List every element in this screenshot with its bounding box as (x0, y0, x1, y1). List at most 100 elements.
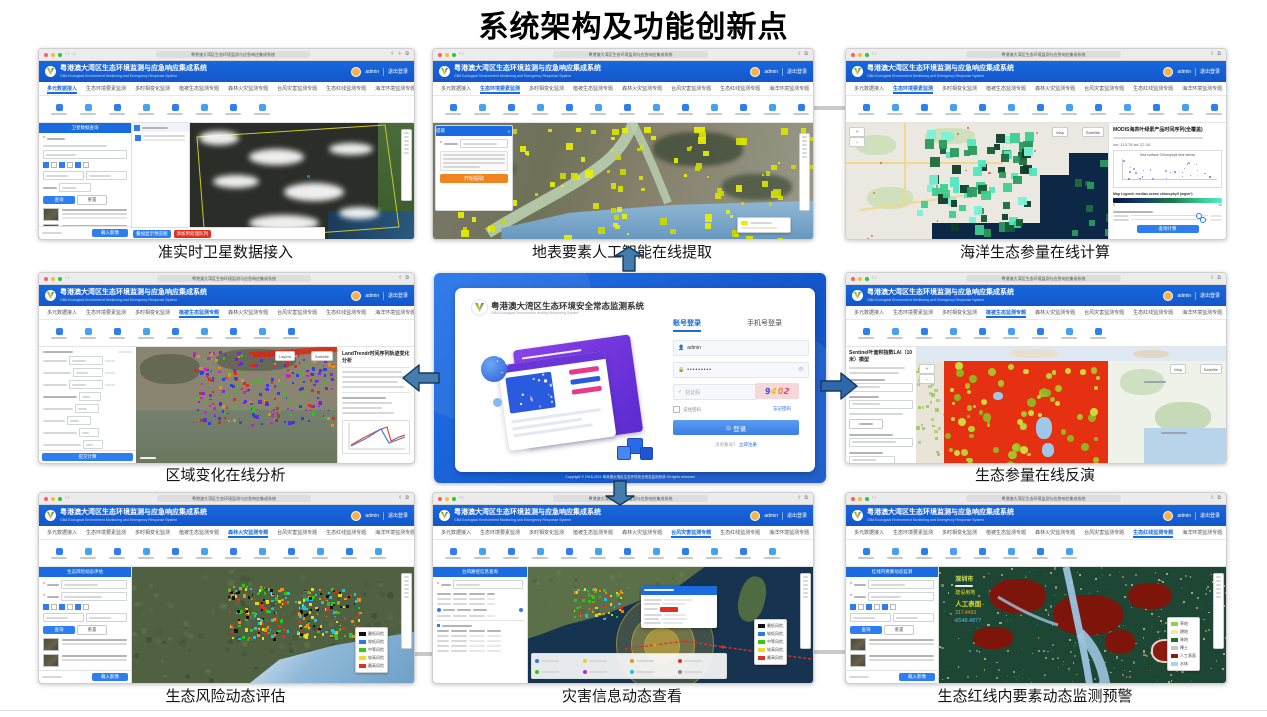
module-icon[interactable] (945, 548, 961, 559)
module-icon[interactable] (858, 104, 874, 115)
minimize-icon[interactable] (51, 53, 55, 57)
module-icon[interactable] (80, 104, 96, 115)
zoom-icon[interactable] (865, 53, 869, 57)
nav-tab[interactable]: 海洋环境监测专题 (375, 309, 414, 316)
nav-tab[interactable]: 生态红线监测专题 (720, 529, 760, 536)
queue-button[interactable]: 添加到处理队列 (174, 230, 212, 238)
back-icon[interactable]: ‹ › (872, 52, 877, 57)
module-icon[interactable] (225, 328, 241, 339)
nav-tab[interactable]: 植被生态监测专题 (986, 85, 1026, 92)
module-icon[interactable] (887, 104, 903, 115)
module-icon[interactable] (706, 104, 722, 115)
nav-tab[interactable]: 植被生态监测专题 (179, 85, 219, 92)
zoom-icon[interactable] (58, 53, 62, 57)
nav-tab[interactable]: 生态红线监测专题 (326, 85, 366, 92)
zoom-icon[interactable] (452, 53, 456, 57)
nav-tab[interactable]: 多时相变化监测 (135, 529, 170, 536)
scene-result-item[interactable] (43, 208, 127, 221)
tabs-icon[interactable]: ⧉ (804, 496, 808, 501)
module-icon[interactable] (51, 328, 67, 339)
minimize-icon[interactable] (51, 277, 55, 281)
module-icon[interactable] (887, 328, 903, 339)
module-icon[interactable] (916, 104, 932, 115)
close-icon[interactable] (851, 277, 855, 281)
avatar[interactable] (351, 291, 361, 301)
module-icon[interactable] (1003, 548, 1019, 559)
satellite-map-view[interactable]: 叠加显示预览图 添加到处理队列 卫星数据查询 * (39, 123, 414, 239)
module-icon[interactable] (590, 548, 606, 559)
redline-map-view[interactable]: 深圳市 建设用地 人工表面 317.4493 9548.4877 草地耕地林地裸… (846, 567, 1226, 683)
captcha-field[interactable]: ✓ 验证码 (673, 384, 757, 400)
tabs-icon[interactable]: ⧉ (405, 52, 409, 57)
nav-tab[interactable]: 生态红线监测专题 (326, 529, 366, 536)
classification-map[interactable]: 深圳市 建设用地 人工表面 317.4493 9548.4877 草地耕地林地裸… (938, 567, 1226, 683)
module-icon[interactable] (254, 328, 270, 339)
module-icon[interactable] (916, 548, 932, 559)
band-checkboxes[interactable] (43, 162, 127, 168)
module-icon[interactable] (648, 548, 664, 559)
close-icon[interactable] (438, 497, 442, 501)
new-tab-icon[interactable]: ＋ (397, 52, 402, 57)
minimize-icon[interactable] (858, 497, 862, 501)
nav-tab[interactable]: 植被生态监测专题 (986, 529, 1026, 536)
module-icon[interactable] (916, 328, 932, 339)
nav-tab[interactable]: 生态红线监测专题 (326, 309, 366, 316)
nav-tab[interactable]: 多元数据接入 (854, 85, 884, 92)
register-link[interactable]: 立即注册 (739, 442, 757, 447)
nav-tab[interactable]: 多元数据接入 (441, 529, 471, 536)
back-icon[interactable]: ‹ › (459, 52, 464, 57)
result-thumbnail[interactable] (43, 638, 59, 651)
change-map[interactable]: Layers Satellite (136, 347, 337, 463)
nav-tab[interactable]: 植被生态监测专题 (573, 529, 613, 536)
satellite-button[interactable]: Satellite (1082, 127, 1104, 137)
nav-tab[interactable]: 生态环境要素监测 (86, 529, 126, 536)
typhoon-popup[interactable] (641, 586, 717, 628)
avatar[interactable] (351, 511, 361, 521)
minimize-icon[interactable] (858, 53, 862, 57)
module-icon[interactable] (474, 548, 490, 559)
map-button[interactable]: Map (1052, 127, 1068, 137)
avatar[interactable] (1163, 511, 1173, 521)
nav-tab[interactable]: 森林火灾监测专题 (622, 85, 662, 92)
satellite-imagery[interactable] (189, 123, 414, 239)
layers-button[interactable]: Layers (275, 351, 295, 361)
module-icon[interactable] (109, 104, 125, 115)
logout-button[interactable]: 退出登录 (787, 512, 807, 519)
module-icon[interactable] (225, 548, 241, 559)
address-bar[interactable]: 粤港澳大湾区生态环境监测与应急响应集成系统 (157, 495, 310, 502)
avatar[interactable] (750, 511, 760, 521)
module-icon[interactable] (532, 104, 548, 115)
nav-tab[interactable]: 多元数据接入 (854, 529, 884, 536)
result-thumbnail[interactable] (43, 654, 59, 667)
address-bar[interactable]: 粤港澳大湾区生态环境监测与应急响应集成系统 (966, 495, 1121, 502)
nav-tab[interactable]: 多时相变化监测 (942, 529, 977, 536)
module-icon[interactable] (677, 104, 693, 115)
zoom-icon[interactable] (452, 497, 456, 501)
module-icon[interactable] (341, 548, 357, 559)
module-icon[interactable] (677, 548, 693, 559)
module-icon[interactable] (474, 104, 490, 115)
nav-tab[interactable]: 生态红线监测专题 (720, 85, 760, 92)
logout-button[interactable]: 退出登录 (1200, 512, 1220, 519)
close-icon[interactable] (44, 277, 48, 281)
reset-button[interactable]: 重置 (77, 625, 107, 635)
nav-tab[interactable]: 生态环境要素监测 (480, 529, 520, 536)
nav-tab[interactable]: 海洋环境监测专题 (1182, 85, 1222, 92)
nav-tab[interactable]: 生态环境要素监测 (893, 529, 933, 536)
nav-tab[interactable]: 海洋环境监测专题 (769, 529, 809, 536)
remember-checkbox[interactable] (673, 406, 680, 413)
close-icon[interactable] (438, 53, 442, 57)
module-icon[interactable] (1090, 328, 1106, 339)
module-icon[interactable] (887, 548, 903, 559)
nav-tab[interactable]: 台风灾害监测专题 (671, 529, 711, 536)
nav-tab[interactable]: 多时相变化监测 (529, 85, 564, 92)
minimize-icon[interactable] (51, 497, 55, 501)
nav-tab[interactable]: 多时相变化监测 (135, 309, 170, 316)
result-item[interactable] (43, 638, 127, 651)
module-icon[interactable] (561, 548, 577, 559)
module-icon[interactable] (619, 104, 635, 115)
module-icon[interactable] (590, 104, 606, 115)
nav-tab[interactable]: 生态环境要素监测 (480, 85, 520, 92)
map-marker[interactable] (307, 175, 310, 178)
back-icon[interactable]: ‹ › (65, 276, 70, 281)
